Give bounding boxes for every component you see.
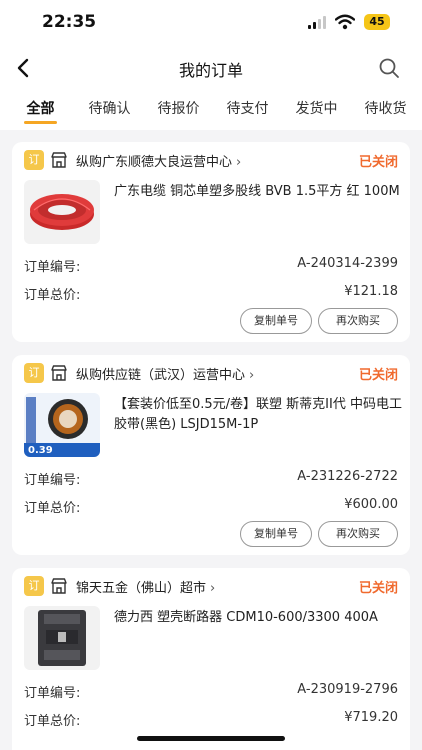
tab-shipping[interactable]: 发货中 xyxy=(282,90,351,130)
order-badge: 订 xyxy=(24,363,44,383)
store-name-link[interactable]: 纵购供应链（武汉）运营中心 › xyxy=(76,364,254,383)
nav-bar: 我的订单 xyxy=(0,46,422,90)
tab-pending-receipt[interactable]: 待收货 xyxy=(351,90,420,130)
product-image-tape[interactable]: 0.39 xyxy=(24,393,100,457)
store-name: 纵购广东顺德大良运营中心 xyxy=(76,155,233,170)
product-name: 德力西 塑壳断路器 CDM10-600/3300 400A xyxy=(114,610,378,625)
order-card[interactable]: 订 锦天五金（佛山）超市 › 已关闭 德力西 塑壳断路器 CDM10-600/33… xyxy=(12,568,410,750)
shop-icon xyxy=(51,578,67,594)
order-number-value: A-230919-2796 xyxy=(297,682,398,697)
order-number-value: A-231226-2722 xyxy=(297,469,398,484)
shop-icon xyxy=(51,152,67,168)
tab-pending-quote[interactable]: 待报价 xyxy=(144,90,213,130)
order-total-label: 订单总价: xyxy=(24,501,81,516)
chevron-right-icon: › xyxy=(236,155,242,170)
store-name: 锦天五金（佛山）超市 xyxy=(76,581,207,596)
page-title: 我的订单 xyxy=(178,61,243,80)
order-number-label: 订单编号: xyxy=(24,260,81,275)
tab-pending-payment[interactable]: 待支付 xyxy=(213,90,282,130)
order-tabs: 全部 待确认 待报价 待支付 发货中 待收货 xyxy=(0,90,422,130)
copy-order-number-button[interactable]: 复制单号 xyxy=(240,308,312,334)
order-card-header: 订 纵购供应链（武汉）运营中心 › 已关闭 xyxy=(24,363,398,385)
order-badge: 订 xyxy=(24,150,44,170)
order-total-value: ¥719.20 xyxy=(344,710,398,725)
shop-icon xyxy=(51,365,67,381)
product-image-breaker[interactable] xyxy=(24,606,100,670)
order-total-label: 订单总价: xyxy=(24,714,81,729)
status-time: 22:35 xyxy=(42,12,97,32)
order-card[interactable]: 订 纵购供应链（武汉）运营中心 › 已关闭 0.39 【套装价低至0.5元/卷】联… xyxy=(12,355,410,555)
chevron-right-icon: › xyxy=(249,368,255,383)
order-list: 订 纵购广东顺德大良运营中心 › 已关闭 广东电缆 铜芯单塑多股线 BVB 1.5… xyxy=(12,142,410,750)
order-status: 已关闭 xyxy=(358,155,398,170)
order-number-label: 订单编号: xyxy=(24,686,81,701)
chevron-right-icon: › xyxy=(210,581,216,596)
order-total-value: ¥600.00 xyxy=(344,497,398,512)
search-icon[interactable] xyxy=(377,56,401,80)
tab-all[interactable]: 全部 xyxy=(6,90,75,130)
wifi-icon xyxy=(335,14,355,30)
buy-again-button[interactable]: 再次购买 xyxy=(318,521,398,547)
order-card[interactable]: 订 纵购广东顺德大良运营中心 › 已关闭 广东电缆 铜芯单塑多股线 BVB 1.5… xyxy=(12,142,410,342)
product-name: 【套装价低至0.5元/卷】联塑 斯蒂克II代 中码电工胶带(黑色) LSJD15… xyxy=(114,397,402,432)
copy-order-number-button[interactable]: 复制单号 xyxy=(240,521,312,547)
store-name-link[interactable]: 纵购广东顺德大良运营中心 › xyxy=(76,151,241,170)
status-bar: 22:35 45 xyxy=(0,0,422,46)
order-status: 已关闭 xyxy=(358,581,398,596)
home-indicator[interactable] xyxy=(137,736,285,741)
order-total-value: ¥121.18 xyxy=(344,284,398,299)
order-number-value: A-240314-2399 xyxy=(297,256,398,271)
product-image-price: 0.39 xyxy=(28,445,53,456)
store-name: 纵购供应链（武汉）运营中心 xyxy=(76,368,246,383)
product-image-red-cable[interactable] xyxy=(24,180,100,244)
order-status: 已关闭 xyxy=(358,368,398,383)
order-number-label: 订单编号: xyxy=(24,473,81,488)
store-name-link[interactable]: 锦天五金（佛山）超市 › xyxy=(76,577,215,596)
buy-again-button[interactable]: 再次购买 xyxy=(318,308,398,334)
order-card-header: 订 锦天五金（佛山）超市 › 已关闭 xyxy=(24,576,398,598)
product-name: 广东电缆 铜芯单塑多股线 BVB 1.5平方 红 100M xyxy=(114,184,400,199)
battery-icon: 45 xyxy=(364,14,390,30)
order-card-header: 订 纵购广东顺德大良运营中心 › 已关闭 xyxy=(24,150,398,172)
signal-icon xyxy=(308,16,328,29)
order-total-label: 订单总价: xyxy=(24,288,81,303)
tab-pending-confirm[interactable]: 待确认 xyxy=(75,90,144,130)
order-badge: 订 xyxy=(24,576,44,596)
